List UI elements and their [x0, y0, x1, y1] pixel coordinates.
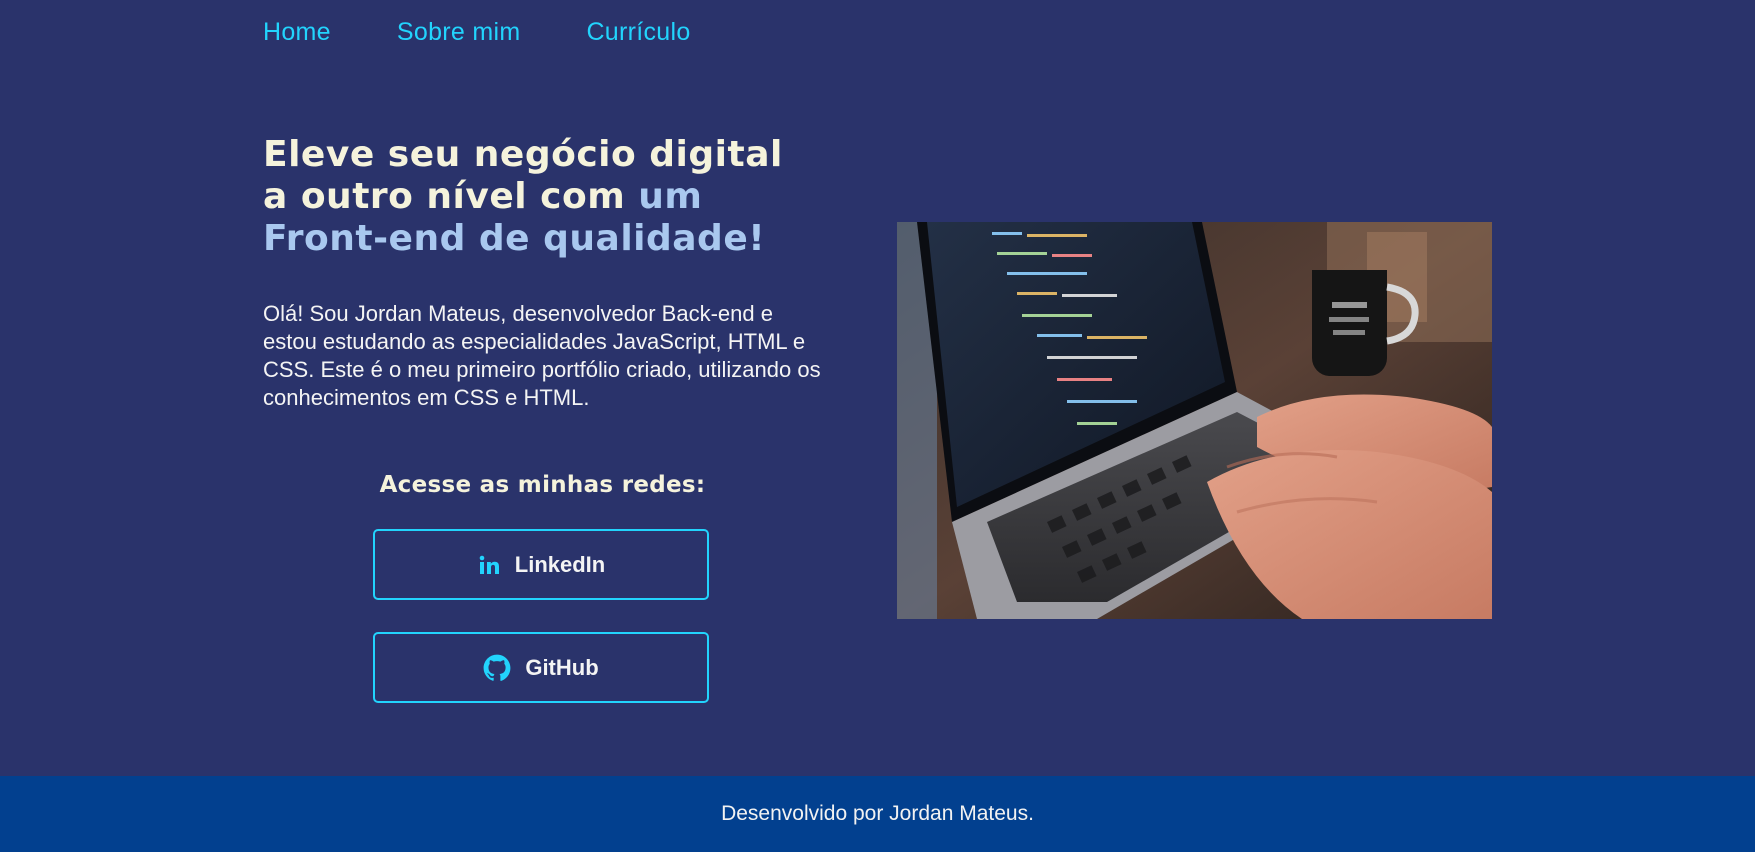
github-button[interactable]: GitHub: [373, 632, 709, 703]
footer: Desenvolvido por Jordan Mateus.: [0, 776, 1755, 852]
main-nav: Home Sobre mim Currículo: [263, 18, 691, 47]
linkedin-label: LinkedIn: [514, 551, 606, 577]
footer-text: Desenvolvido por Jordan Mateus.: [721, 802, 1034, 825]
headline-line-2: a outro nível com: [263, 176, 639, 217]
hero-photo: [897, 222, 1492, 619]
linkedin-button[interactable]: LinkedIn: [373, 529, 709, 600]
github-label: GitHub: [525, 654, 599, 680]
nav-link-home[interactable]: Home: [263, 18, 331, 47]
nav-link-curriculo[interactable]: Currículo: [586, 18, 690, 47]
headline-line-1: Eleve seu negócio digital: [263, 134, 783, 175]
github-icon: [483, 654, 511, 682]
hero-section: Eleve seu negócio digital a outro nível …: [263, 134, 833, 412]
hero-bio: Olá! Sou Jordan Mateus, desenvolvedor Ba…: [263, 301, 821, 410]
linkedin-icon: [477, 553, 501, 577]
hero-headline: Eleve seu negócio digital a outro nível …: [263, 134, 833, 260]
headline-highlight-1: um: [638, 176, 703, 217]
networks-title: Acesse as minhas redes:: [379, 472, 706, 498]
headline-line-3: Front-end de qualidade!: [263, 218, 766, 259]
nav-link-sobre-mim[interactable]: Sobre mim: [397, 18, 521, 47]
laptop-photo-illustration: [897, 222, 1492, 619]
